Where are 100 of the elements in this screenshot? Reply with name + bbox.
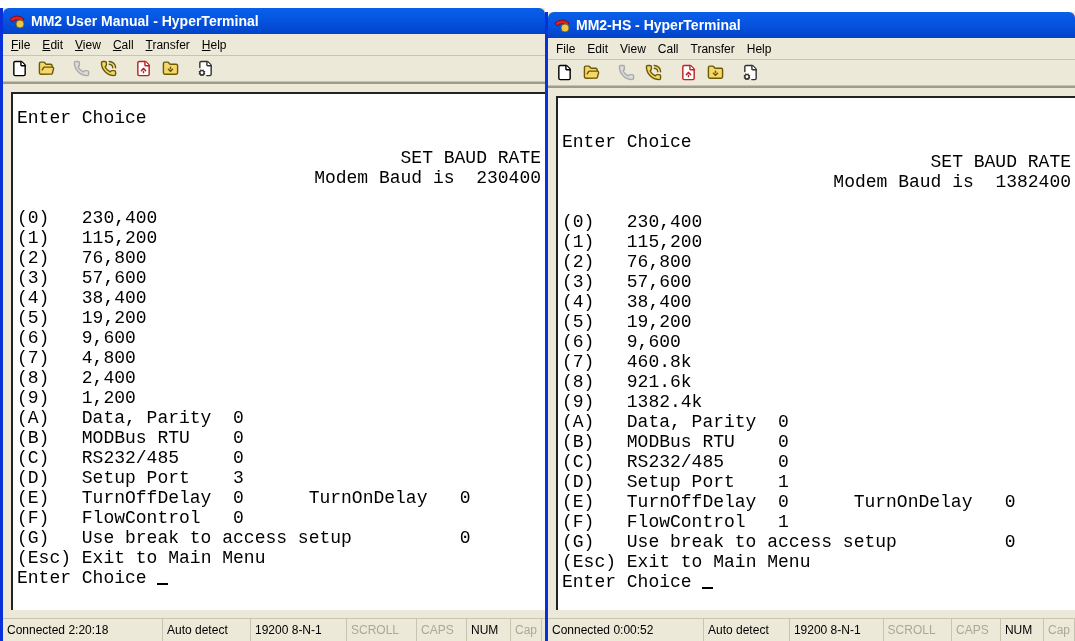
option-label: TurnOnDelay [308, 488, 429, 508]
option-key: (E) [562, 492, 627, 512]
terminal-heading: Modem Baud is 230400 [314, 168, 541, 188]
terminal-prompt: Enter Choice [562, 572, 692, 592]
option-key: (8) [17, 368, 82, 388]
properties-icon [197, 60, 214, 77]
option-value: 0 [778, 452, 790, 472]
phone-icon [8, 13, 26, 29]
send-file-button[interactable] [135, 60, 152, 77]
option-label: Use break to access setup [626, 532, 898, 552]
open-folder-icon [583, 64, 600, 81]
menu-item[interactable]: Help [741, 39, 777, 58]
menu-item[interactable]: Call [107, 35, 139, 54]
option-key: (0) [562, 212, 627, 232]
option-label: MODBus RTU [81, 428, 191, 448]
properties-icon [742, 64, 759, 81]
menu-item[interactable]: File [551, 39, 581, 58]
option-value: 3 [233, 468, 245, 488]
option-key: (5) [17, 308, 82, 328]
status-pane: NUM [467, 619, 511, 641]
send-file-icon [135, 60, 152, 77]
option-key: (2) [562, 252, 627, 272]
phone-call-button[interactable] [100, 60, 117, 77]
menu-item[interactable]: Edit [37, 35, 69, 54]
option-value: 0 [1004, 492, 1017, 512]
option-label: 57,600 [81, 268, 148, 288]
option-label: 921.6k [626, 372, 693, 392]
option-label: Data, Parity [81, 408, 213, 428]
receive-folder-icon [707, 64, 724, 81]
open-folder-icon [38, 60, 55, 77]
option-key: (A) [17, 408, 82, 428]
option-label: 1382.4k [626, 392, 704, 412]
terminal-heading: SET BAUD RATE [400, 148, 541, 168]
option-key: (E) [17, 488, 82, 508]
option-value: 0 [233, 408, 245, 428]
receive-folder-icon [162, 60, 179, 77]
terminal-text: Enter Choice [562, 132, 692, 152]
option-value: 0 [778, 412, 790, 432]
menu-item[interactable]: Transfer [685, 39, 740, 58]
status-pane: Connected 2:20:18 [3, 619, 163, 641]
option-label: TurnOnDelay [853, 492, 974, 512]
menu-item[interactable]: Transfer [140, 35, 195, 54]
phone-icon [553, 17, 571, 33]
send-file-button[interactable] [680, 64, 697, 81]
option-key: (0) [17, 208, 82, 228]
menu-item[interactable]: View [70, 35, 106, 54]
new-document-button[interactable] [556, 64, 573, 81]
option-value: 1 [778, 512, 790, 532]
new-document-icon [11, 60, 28, 77]
terminal-heading: Modem Baud is 1382400 [833, 172, 1071, 192]
option-label: TurnOffDelay [81, 488, 213, 508]
new-document-button[interactable] [11, 60, 28, 77]
option-label: FlowControl [626, 512, 747, 532]
receive-folder-button[interactable] [162, 60, 179, 77]
menu-item[interactable]: View [615, 39, 651, 58]
option-value: 0 [233, 428, 245, 448]
option-label: 115,200 [626, 232, 704, 252]
text-cursor [702, 587, 714, 589]
phone-icon [73, 60, 90, 77]
menu-item[interactable]: Help [196, 35, 232, 54]
option-label: Data, Parity [626, 412, 758, 432]
option-key: (C) [17, 448, 82, 468]
terminal-prompt: Enter Choice [17, 568, 147, 588]
phone-call-icon [645, 64, 662, 81]
option-key: (A) [562, 412, 627, 432]
menu-item[interactable]: Call [652, 39, 684, 58]
receive-folder-button[interactable] [707, 64, 724, 81]
properties-button[interactable] [742, 64, 759, 81]
phone-call-icon [100, 60, 117, 77]
status-pane: Connected 0:00:52 [548, 619, 704, 641]
option-label: 38,400 [626, 292, 693, 312]
terminal-text: Enter Choice [17, 108, 147, 128]
option-value: 0 [233, 448, 245, 468]
option-label: Use break to access setup [81, 528, 353, 548]
option-label: TurnOffDelay [626, 492, 758, 512]
menu-item[interactable]: Edit [582, 39, 614, 58]
option-label: 460.8k [626, 352, 693, 372]
option-key: (5) [562, 312, 627, 332]
option-key: (F) [562, 512, 627, 532]
option-label: 19,200 [626, 312, 693, 332]
option-key: (9) [562, 392, 627, 412]
status-pane: SCROLL [883, 619, 952, 641]
option-value: 0 [459, 488, 472, 508]
window-title: MM2-HS - HyperTerminal [576, 15, 741, 35]
new-document-icon [556, 64, 573, 81]
menu-item[interactable]: File [6, 35, 36, 54]
properties-button[interactable] [197, 60, 214, 77]
option-label: 230,400 [626, 212, 704, 232]
option-key: (7) [17, 348, 82, 368]
option-key: (8) [562, 372, 627, 392]
option-key: (F) [17, 508, 82, 528]
status-pane: 19200 8-N-1 [251, 619, 347, 641]
option-key: (C) [562, 452, 627, 472]
option-key: (4) [17, 288, 82, 308]
option-label: 76,800 [81, 248, 148, 268]
option-value: 0 [233, 508, 245, 528]
open-folder-button[interactable] [583, 64, 600, 81]
phone-call-button[interactable] [645, 64, 662, 81]
open-folder-button[interactable] [38, 60, 55, 77]
option-label: 76,800 [626, 252, 693, 272]
